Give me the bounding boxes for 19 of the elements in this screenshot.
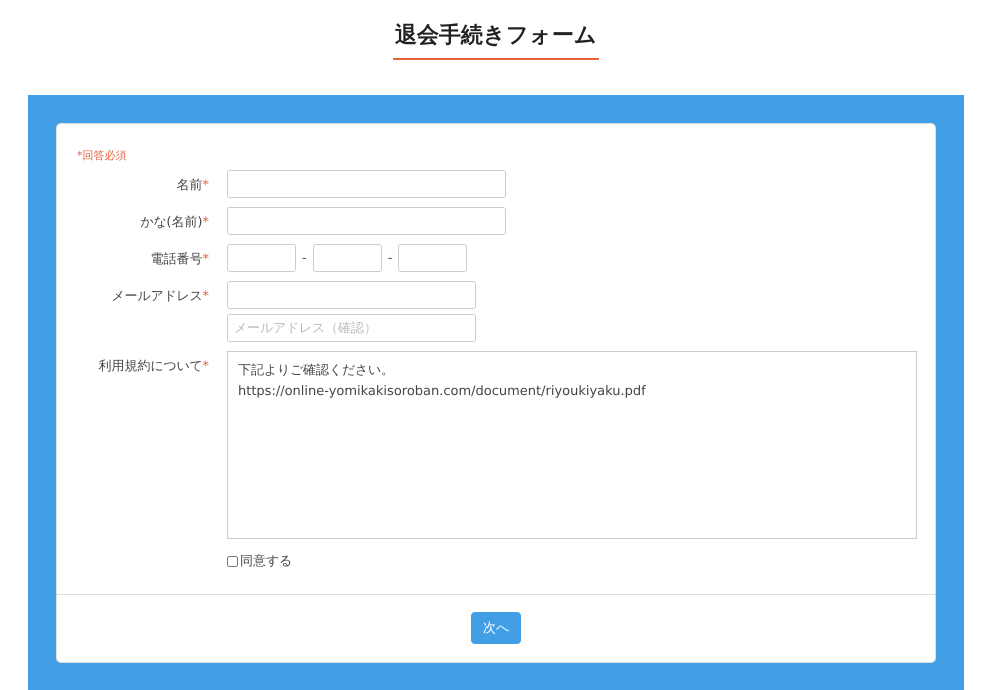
phone-field[interactable]: [312, 244, 382, 272]
field-label: 利用規約について*: [98, 358, 209, 375]
dash-separator: -: [302, 250, 307, 266]
required-note: *回答必須: [77, 148, 126, 163]
input-field[interactable]: [227, 170, 506, 198]
field-label: 名前*: [176, 177, 209, 194]
agree-label: 同意する: [240, 553, 292, 570]
field-label: かな(名前)*: [140, 214, 209, 231]
phone-field[interactable]: [227, 244, 296, 272]
email-field[interactable]: [227, 281, 476, 309]
field-label: メールアドレス*: [112, 288, 209, 305]
phone-field[interactable]: [398, 244, 468, 272]
field-label: 電話番号*: [150, 251, 209, 268]
agree-checkbox[interactable]: [227, 556, 238, 566]
page-title: 退会手続きフォーム: [393, 20, 599, 60]
dash-separator: -: [388, 250, 392, 266]
terms-text-area[interactable]: 下記よりご確認ください。 https://online-yomikakisoroban.com/document/riyoukiyaku.pdf: [227, 351, 917, 539]
input-field[interactable]: [227, 207, 506, 235]
email-confirm-field[interactable]: メールアドレス（確認）: [227, 314, 476, 342]
